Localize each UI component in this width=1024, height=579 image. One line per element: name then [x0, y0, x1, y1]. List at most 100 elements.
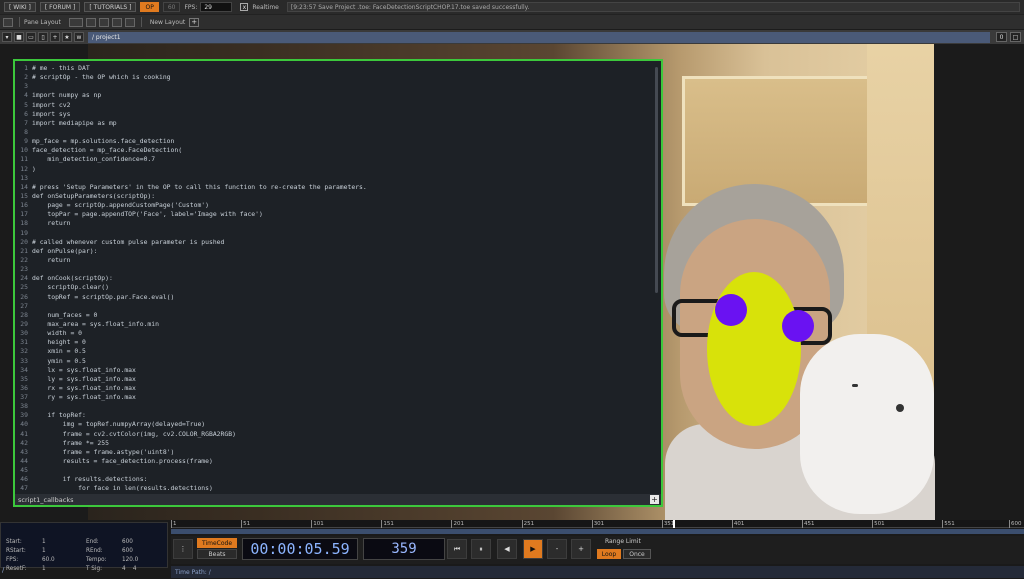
code-line[interactable]: 37 ry = sys.float_info.max — [19, 393, 653, 402]
fps-value[interactable]: 60.0 — [42, 557, 55, 563]
code-line[interactable]: 36 rx = sys.float_info.max — [19, 384, 653, 393]
start-value[interactable]: 1 — [42, 539, 46, 545]
playhead-cursor[interactable] — [673, 520, 676, 528]
window-icon[interactable]: w — [74, 32, 84, 42]
code-line[interactable]: 35 ly = sys.float_info.max — [19, 375, 653, 384]
code-line[interactable]: 18 return — [19, 219, 653, 228]
code-text[interactable]: topRef = scriptOp.par.Face.eval() — [32, 293, 174, 302]
code-line[interactable]: 25 scriptOp.clear() — [19, 283, 653, 292]
code-text[interactable]: face_detection = mp_face.FaceDetection( — [32, 146, 182, 155]
code-text[interactable]: # scriptOp - the OP which is cooking — [32, 73, 171, 82]
layout-split-h-icon[interactable] — [85, 17, 96, 27]
code-line[interactable]: 29 max_area = sys.float_info.min — [19, 320, 653, 329]
code-line[interactable]: 27 — [19, 302, 653, 311]
code-text[interactable]: max_area = sys.float_info.min — [32, 320, 159, 329]
code-line[interactable]: 15 def onSetupParameters(scriptOp): — [19, 192, 653, 201]
layout-three-icon[interactable] — [124, 17, 135, 27]
code-text[interactable]: results = face_detection.process(frame) — [32, 457, 213, 466]
maximize-button[interactable]: □ — [1010, 32, 1021, 42]
code-text[interactable]: mp_face = mp.solutions.face_detection — [32, 137, 174, 146]
step-back-button[interactable]: ◀ — [497, 539, 517, 559]
code-line[interactable]: 2 # scriptOp - the OP which is cooking — [19, 73, 653, 82]
op-button[interactable]: OP — [140, 2, 159, 12]
code-line[interactable]: 9 mp_face = mp.solutions.face_detection — [19, 137, 653, 146]
play-button[interactable]: ▶ — [523, 539, 543, 559]
rend-value[interactable]: 600 — [122, 548, 133, 554]
split-left-icon[interactable] — [3, 17, 13, 27]
code-text[interactable]: import cv2 — [32, 101, 70, 110]
once-button[interactable]: Once — [623, 549, 651, 559]
add-icon[interactable]: + — [50, 32, 60, 42]
code-text[interactable]: rx = sys.float_info.max — [32, 384, 136, 393]
code-line[interactable]: 12) — [19, 165, 653, 174]
layout-split-v-icon[interactable] — [98, 17, 109, 27]
editor-expand-button[interactable]: + — [650, 495, 659, 504]
code-line[interactable]: 41 frame = cv2.cvtColor(img, cv2.COLOR_R… — [19, 430, 653, 439]
code-line[interactable]: 10 face_detection = mp_face.FaceDetection… — [19, 146, 653, 155]
code-line[interactable]: 33 ymin = 0.5 — [19, 357, 653, 366]
beats-mode-button[interactable]: Beats — [197, 549, 237, 559]
network-path-field[interactable]: / project1 — [88, 31, 990, 43]
code-line[interactable]: 30 width = 0 — [19, 329, 653, 338]
code-text[interactable]: min_detection_confidence=0.7 — [32, 155, 155, 164]
code-text[interactable]: scriptOp.clear() — [32, 283, 109, 292]
timecode-mode-button[interactable]: TimeCode — [197, 538, 237, 548]
layout-quad-icon[interactable] — [111, 17, 122, 27]
code-text[interactable]: ry = sys.float_info.max — [32, 393, 136, 402]
code-line[interactable]: 16 page = scriptOp.appendCustomPage('Cus… — [19, 201, 653, 210]
code-line[interactable]: 14 # press 'Setup Parameters' in the OP t… — [19, 183, 653, 192]
wiki-button[interactable]: [ WIKI ] — [4, 2, 36, 12]
pause-button[interactable]: ⏸ — [471, 539, 491, 559]
code-line[interactable]: 17 topPar = page.appendTOP('Face', label… — [19, 210, 653, 219]
code-text[interactable]: return — [32, 256, 70, 265]
code-line[interactable]: 3 — [19, 82, 653, 91]
realtime-checkbox[interactable]: x — [240, 3, 249, 11]
code-text[interactable]: import sys — [32, 110, 70, 119]
code-text[interactable]: width = 0 — [32, 329, 82, 338]
code-line[interactable]: 43 frame = frame.astype('uint8') — [19, 448, 653, 457]
timecode-display[interactable]: 00:00:05.59 — [242, 538, 358, 560]
code-line[interactable]: 28 num_faces = 0 — [19, 311, 653, 320]
resetf-value[interactable]: 1 — [42, 566, 46, 572]
code-text[interactable]: import mediapipe as mp — [32, 119, 117, 128]
code-text[interactable]: def onPulse(par): — [32, 247, 97, 256]
star-icon[interactable]: ★ — [62, 32, 72, 42]
code-line[interactable]: 11 min_detection_confidence=0.7 — [19, 155, 653, 164]
code-text[interactable]: xmin = 0.5 — [32, 347, 86, 356]
code-text[interactable]: lx = sys.float_info.max — [32, 366, 136, 375]
code-text[interactable]: # press 'Setup Parameters' in the OP to … — [32, 183, 367, 192]
step-plus-button[interactable]: + — [571, 539, 591, 559]
code-text[interactable]: frame = cv2.cvtColor(img, cv2.COLOR_RGBA… — [32, 430, 236, 439]
code-text[interactable]: def onSetupParameters(scriptOp): — [32, 192, 155, 201]
code-line[interactable]: 6 import sys — [19, 110, 653, 119]
code-line[interactable]: 4 import numpy as np — [19, 91, 653, 100]
code-text[interactable]: topPar = page.appendTOP('Face', label='I… — [32, 210, 262, 219]
rstart-value[interactable]: 1 — [42, 548, 46, 554]
fps-preset-button[interactable]: 60 — [162, 2, 181, 12]
code-text[interactable]: img = topRef.numpyArray(delayed=True) — [32, 420, 205, 429]
code-line[interactable]: 42 frame *= 255 — [19, 439, 653, 448]
code-line[interactable]: 20 # called whenever custom pulse paramet… — [19, 238, 653, 247]
code-text[interactable]: frame *= 255 — [32, 439, 109, 448]
layout-single-icon[interactable] — [68, 17, 83, 27]
code-line[interactable]: 47 for face in len(results.detections) — [19, 484, 653, 493]
code-line[interactable]: 44 results = face_detection.process(fram… — [19, 457, 653, 466]
code-text[interactable]: return — [32, 219, 70, 228]
code-line[interactable]: 5 import cv2 — [19, 101, 653, 110]
code-line[interactable]: 23 — [19, 265, 653, 274]
step-minus-button[interactable]: - — [547, 539, 567, 559]
stop-icon[interactable]: ■ — [14, 32, 24, 42]
code-text[interactable]: for face in len(results.detections) — [32, 484, 213, 493]
code-text[interactable]: # me - this DAT — [32, 64, 90, 73]
editor-scrollbar[interactable] — [655, 67, 658, 293]
code-text[interactable]: frame = frame.astype('uint8') — [32, 448, 175, 457]
frame-display[interactable]: 359 — [363, 538, 445, 560]
code-text[interactable]: ) — [32, 165, 36, 174]
code-line[interactable]: 8 — [19, 128, 653, 137]
code-line[interactable]: 13 — [19, 174, 653, 183]
code-text[interactable]: num_faces = 0 — [32, 311, 97, 320]
code-line[interactable]: 38 — [19, 402, 653, 411]
code-line[interactable]: 34 lx = sys.float_info.max — [19, 366, 653, 375]
zoom-reset-button[interactable]: 0 — [996, 32, 1007, 42]
code-text[interactable]: # called whenever custom pulse parameter… — [32, 238, 224, 247]
